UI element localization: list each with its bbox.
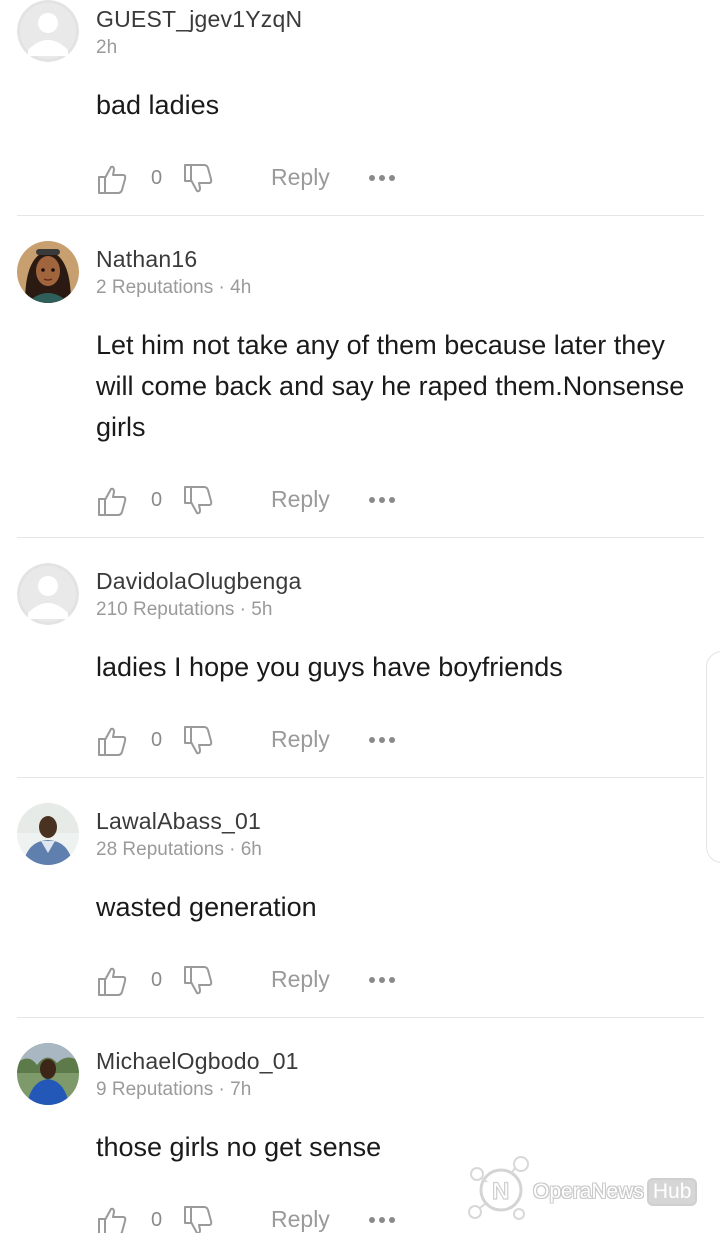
svg-text:N: N: [492, 1178, 509, 1205]
thumbs-down-icon[interactable]: [182, 725, 214, 757]
like-count: 0: [151, 969, 163, 991]
watermark-badge: Hub: [646, 1178, 698, 1206]
comment-username[interactable]: LawalAbass_01: [96, 808, 261, 835]
avatar[interactable]: [17, 241, 79, 303]
photo-avatar-icon: [17, 1043, 79, 1105]
comment-actions: 0 Reply: [96, 485, 416, 519]
thumbs-up-icon[interactable]: [96, 965, 128, 997]
illustrated-avatar-icon: [17, 241, 79, 303]
operanews-logo-icon: N: [468, 1156, 529, 1220]
thumbs-up-icon[interactable]: [96, 485, 128, 517]
photo-avatar-icon: [17, 803, 79, 865]
comment-meta: 28 Reputations · 6h: [96, 839, 262, 860]
thumbs-up-icon[interactable]: [96, 725, 128, 757]
reply-button[interactable]: Reply: [271, 164, 330, 191]
comment-divider: [17, 777, 704, 778]
thumbs-up-icon[interactable]: [96, 1205, 128, 1233]
thumbs-down-icon[interactable]: [182, 163, 214, 195]
thumbs-down-icon[interactable]: [182, 485, 214, 517]
comment-meta: 2 Reputations · 4h: [96, 277, 252, 298]
more-options-icon[interactable]: [368, 975, 396, 985]
more-options-icon[interactable]: [368, 1215, 396, 1225]
reply-button[interactable]: Reply: [271, 726, 330, 753]
operanews-hub-watermark: N OperaNews Hub: [463, 1152, 713, 1224]
side-panel-edge[interactable]: [706, 651, 720, 863]
comment-actions: 0 Reply: [96, 1205, 416, 1233]
comment-actions: 0 Reply: [96, 965, 416, 999]
more-options-icon[interactable]: [368, 173, 396, 183]
watermark-brand: OperaNews: [533, 1180, 644, 1203]
more-options-icon[interactable]: [368, 735, 396, 745]
reply-button[interactable]: Reply: [271, 486, 330, 513]
avatar[interactable]: [17, 1043, 79, 1105]
more-options-icon[interactable]: [368, 495, 396, 505]
comment-username[interactable]: GUEST_jgev1YzqN: [96, 6, 302, 33]
default-avatar-icon: [17, 563, 79, 625]
comment-meta: 210 Reputations · 5h: [96, 599, 273, 620]
comment-text: bad ladies: [96, 90, 220, 120]
like-count: 0: [151, 167, 163, 189]
comment-divider: [17, 1017, 704, 1018]
default-avatar-icon: [17, 0, 79, 62]
comment-text: Let him not take any of them because lat…: [96, 330, 685, 442]
like-count: 0: [151, 1209, 163, 1231]
comment-meta: 2h: [96, 37, 118, 58]
reply-button[interactable]: Reply: [271, 1206, 330, 1233]
like-count: 0: [151, 729, 163, 751]
thumbs-down-icon[interactable]: [182, 965, 214, 997]
avatar[interactable]: [17, 803, 79, 865]
comment-text: ladies I hope you guys have boyfriends: [96, 652, 563, 682]
comment-actions: 0 Reply: [96, 725, 416, 759]
comment-actions: 0 Reply: [96, 163, 416, 197]
comment-username[interactable]: Nathan16: [96, 246, 197, 273]
avatar[interactable]: [17, 0, 79, 62]
comment-text: wasted generation: [96, 892, 317, 922]
thumbs-down-icon[interactable]: [182, 1205, 214, 1233]
comment-username[interactable]: DavidolaOlugbenga: [96, 568, 301, 595]
watermark-text: OperaNews Hub: [533, 1178, 698, 1206]
thumbs-up-icon[interactable]: [96, 163, 128, 195]
comment-divider: [17, 215, 704, 216]
comment-divider: [17, 537, 704, 538]
comment-meta: 9 Reputations · 7h: [96, 1079, 252, 1100]
reply-button[interactable]: Reply: [271, 966, 330, 993]
comments-page: GUEST_jgev1YzqN 2h bad ladies 0 Reply Na…: [0, 0, 720, 1233]
avatar[interactable]: [17, 563, 79, 625]
like-count: 0: [151, 489, 163, 511]
comment-username[interactable]: MichaelOgbodo_01: [96, 1048, 299, 1075]
